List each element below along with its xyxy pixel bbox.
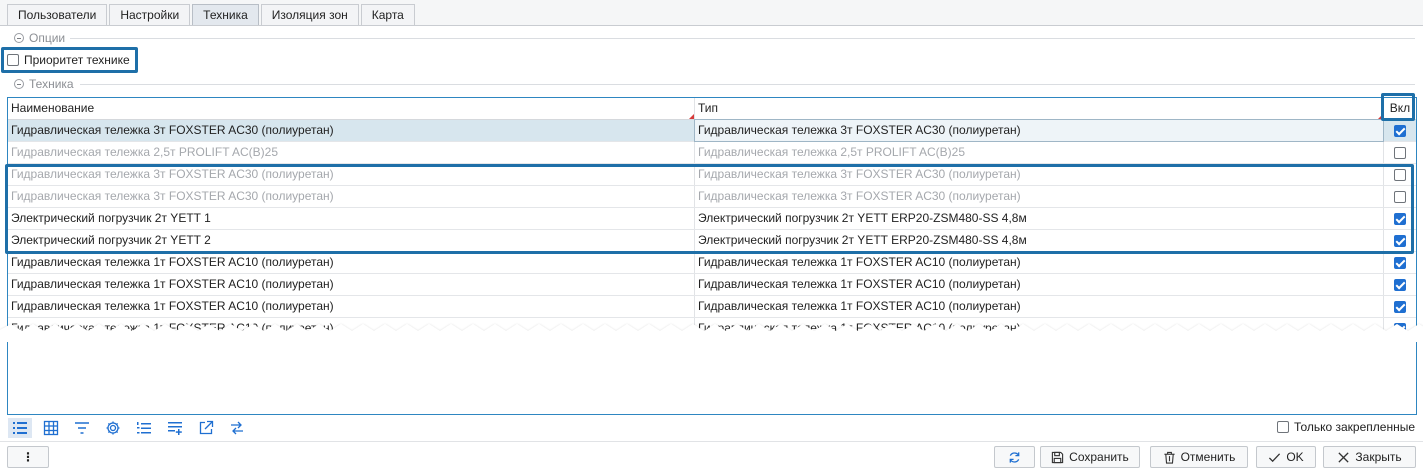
options-group-title: Опции bbox=[29, 31, 66, 45]
cell-name[interactable]: Гидравлическая тележка 2,5т PROLIFT AC(B… bbox=[8, 142, 694, 163]
priority-checkbox[interactable] bbox=[7, 54, 19, 66]
close-label: Закрыть bbox=[1355, 450, 1402, 464]
table-row[interactable]: Гидравлическая тележка 3т FOXSTER AC30 (… bbox=[8, 164, 1416, 186]
table-row[interactable]: Гидравлическая тележка 1т FOXSTER AC10 (… bbox=[8, 252, 1416, 274]
enabled-checkbox[interactable] bbox=[1394, 212, 1406, 225]
grid-header: Наименование Тип Вкл bbox=[8, 98, 1416, 120]
cell-type[interactable]: Электрический погрузчик 2т YETT ERP20-ZS… bbox=[695, 230, 1383, 251]
priority-label: Приоритет технике bbox=[24, 53, 130, 67]
swap-icon[interactable] bbox=[225, 418, 249, 438]
cancel-label: Отменить bbox=[1180, 450, 1236, 464]
enabled-checkbox[interactable] bbox=[1394, 278, 1406, 291]
enabled-checkbox[interactable] bbox=[1394, 124, 1406, 137]
ok-button[interactable]: OK bbox=[1256, 446, 1316, 468]
cell-enabled bbox=[1384, 274, 1416, 295]
cell-name[interactable]: Электрический погрузчик 2т YETT 1 bbox=[8, 208, 694, 229]
table-row[interactable]: Электрический погрузчик 2т YETT 2 Электри… bbox=[8, 230, 1416, 252]
only-fixed-checkbox[interactable] bbox=[1277, 421, 1290, 433]
table-row[interactable]: Гидравлическая тележка 3т FOXSTER AC30 (… bbox=[8, 186, 1416, 208]
cell-name[interactable]: Гидравлическая тележка 1т FOXSTER AC10 (… bbox=[8, 296, 694, 317]
cell-type[interactable]: Гидравлическая тележка 2,5т PROLIFT AC(B… bbox=[695, 142, 1383, 163]
table-row[interactable]: Гидравлическая тележка 1т FOXSTER AC10 (… bbox=[8, 296, 1416, 318]
column-header-name[interactable]: Наименование bbox=[8, 98, 694, 119]
enabled-checkbox[interactable] bbox=[1394, 256, 1406, 269]
floppy-disk-icon bbox=[1052, 451, 1064, 463]
footer-divider bbox=[0, 441, 1423, 442]
cell-type[interactable]: Гидравлическая тележка 3т FOXSTER AC30 (… bbox=[694, 119, 1384, 142]
refresh-icon bbox=[1009, 451, 1020, 463]
filter-icon[interactable] bbox=[70, 418, 94, 438]
cell-type[interactable]: Гидравлическая тележка 1т FOXSTER AC10 (… bbox=[695, 252, 1383, 273]
cell-enabled bbox=[1384, 230, 1416, 251]
collapse-icon bbox=[14, 79, 24, 89]
cell-name[interactable]: Гидравлическая тележка 1т FOXSTER AC10 (… bbox=[8, 274, 694, 295]
cell-name[interactable]: Гидравлическая тележка 3т FOXSTER AC30 (… bbox=[8, 120, 694, 141]
enabled-checkbox[interactable] bbox=[1394, 234, 1406, 247]
export-icon[interactable] bbox=[194, 418, 218, 438]
cell-name[interactable]: Гидравлическая тележка 3т FOXSTER AC30 (… bbox=[8, 164, 694, 185]
table-row[interactable]: Гидравлическая тележка 1т FOXSTER AC10 (… bbox=[8, 274, 1416, 296]
more-menu-button[interactable]: ⋮ bbox=[7, 446, 49, 468]
cell-type[interactable]: Гидравлическая тележка 3т FOXSTER AC30 (… bbox=[695, 164, 1383, 185]
close-icon bbox=[1338, 451, 1349, 463]
tab-settings[interactable]: Настройки bbox=[109, 4, 191, 26]
enabled-checkbox[interactable] bbox=[1394, 146, 1406, 159]
ok-label: OK bbox=[1286, 450, 1304, 464]
only-fixed-label: Только закрепленные bbox=[1294, 420, 1415, 434]
cell-name[interactable]: Гидравлическая тележка 1т FOXSTER AC10 (… bbox=[8, 252, 694, 273]
enabled-checkbox[interactable] bbox=[1394, 168, 1406, 181]
grid-toolbar bbox=[8, 418, 256, 438]
close-button[interactable]: Закрыть bbox=[1323, 446, 1416, 468]
cell-enabled bbox=[1384, 142, 1416, 163]
settings-gear-icon[interactable] bbox=[101, 418, 125, 438]
table-row[interactable]: Гидравлическая тележка 3т FOXSTER AC30 (… bbox=[8, 119, 1416, 142]
cell-type[interactable]: Гидравлическая тележка 1т FOXSTER AC10 (… bbox=[695, 296, 1383, 317]
table-view-icon[interactable] bbox=[39, 418, 63, 438]
cell-enabled bbox=[1384, 252, 1416, 273]
cancel-button[interactable]: Отменить bbox=[1150, 446, 1248, 468]
cell-name[interactable]: Электрический погрузчик 2т YETT 2 bbox=[8, 230, 694, 251]
column-header-enabled[interactable]: Вкл bbox=[1384, 98, 1416, 119]
save-button[interactable]: Сохранить bbox=[1040, 446, 1140, 468]
list-view-icon[interactable] bbox=[8, 418, 32, 438]
grid-empty-area bbox=[8, 338, 1416, 414]
priority-option[interactable]: Приоритет технике bbox=[7, 53, 130, 67]
tab-strip: Пользователи Настройки Техника Изоляция … bbox=[7, 4, 417, 26]
tech-group-title: Техника bbox=[29, 77, 74, 91]
check-icon bbox=[1269, 452, 1281, 462]
trash-icon bbox=[1163, 451, 1175, 464]
numbered-list-icon[interactable] bbox=[132, 418, 156, 438]
only-fixed-option[interactable]: Только закрепленные bbox=[1277, 420, 1415, 434]
enabled-checkbox[interactable] bbox=[1394, 190, 1406, 203]
options-group-header[interactable]: Опции bbox=[14, 31, 65, 45]
refresh-button[interactable] bbox=[994, 446, 1035, 468]
collapse-icon bbox=[14, 33, 24, 43]
cell-type[interactable]: Электрический погрузчик 2т YETT ERP20-ZS… bbox=[695, 208, 1383, 229]
save-label: Сохранить bbox=[1069, 450, 1129, 464]
cell-type[interactable]: Гидравлическая тележка 1т FOXSTER AC10 (… bbox=[695, 274, 1383, 295]
tab-zone-isolation[interactable]: Изоляция зон bbox=[260, 4, 359, 26]
column-header-type[interactable]: Тип bbox=[695, 98, 1383, 119]
enabled-checkbox[interactable] bbox=[1394, 300, 1406, 313]
tech-group-line bbox=[80, 84, 1415, 85]
add-row-icon[interactable] bbox=[163, 418, 187, 438]
cell-name[interactable]: Гидравлическая тележка 3т FOXSTER AC30 (… bbox=[8, 186, 694, 207]
tab-users[interactable]: Пользователи bbox=[7, 4, 108, 26]
cell-enabled bbox=[1384, 296, 1416, 317]
cell-enabled bbox=[1384, 208, 1416, 229]
cell-enabled bbox=[1384, 120, 1416, 141]
tech-group-header[interactable]: Техника bbox=[14, 77, 74, 91]
tab-map[interactable]: Карта bbox=[360, 4, 415, 26]
options-group-line bbox=[70, 38, 1415, 39]
table-row[interactable]: Электрический погрузчик 2т YETT 1 Электри… bbox=[8, 208, 1416, 230]
table-row[interactable]: Гидравлическая тележка 2,5т PROLIFT AC(B… bbox=[8, 142, 1416, 164]
cell-enabled bbox=[1384, 164, 1416, 185]
tab-equipment[interactable]: Техника bbox=[192, 4, 259, 26]
cell-type[interactable]: Гидравлическая тележка 3т FOXSTER AC30 (… bbox=[695, 186, 1383, 207]
cell-enabled bbox=[1384, 186, 1416, 207]
